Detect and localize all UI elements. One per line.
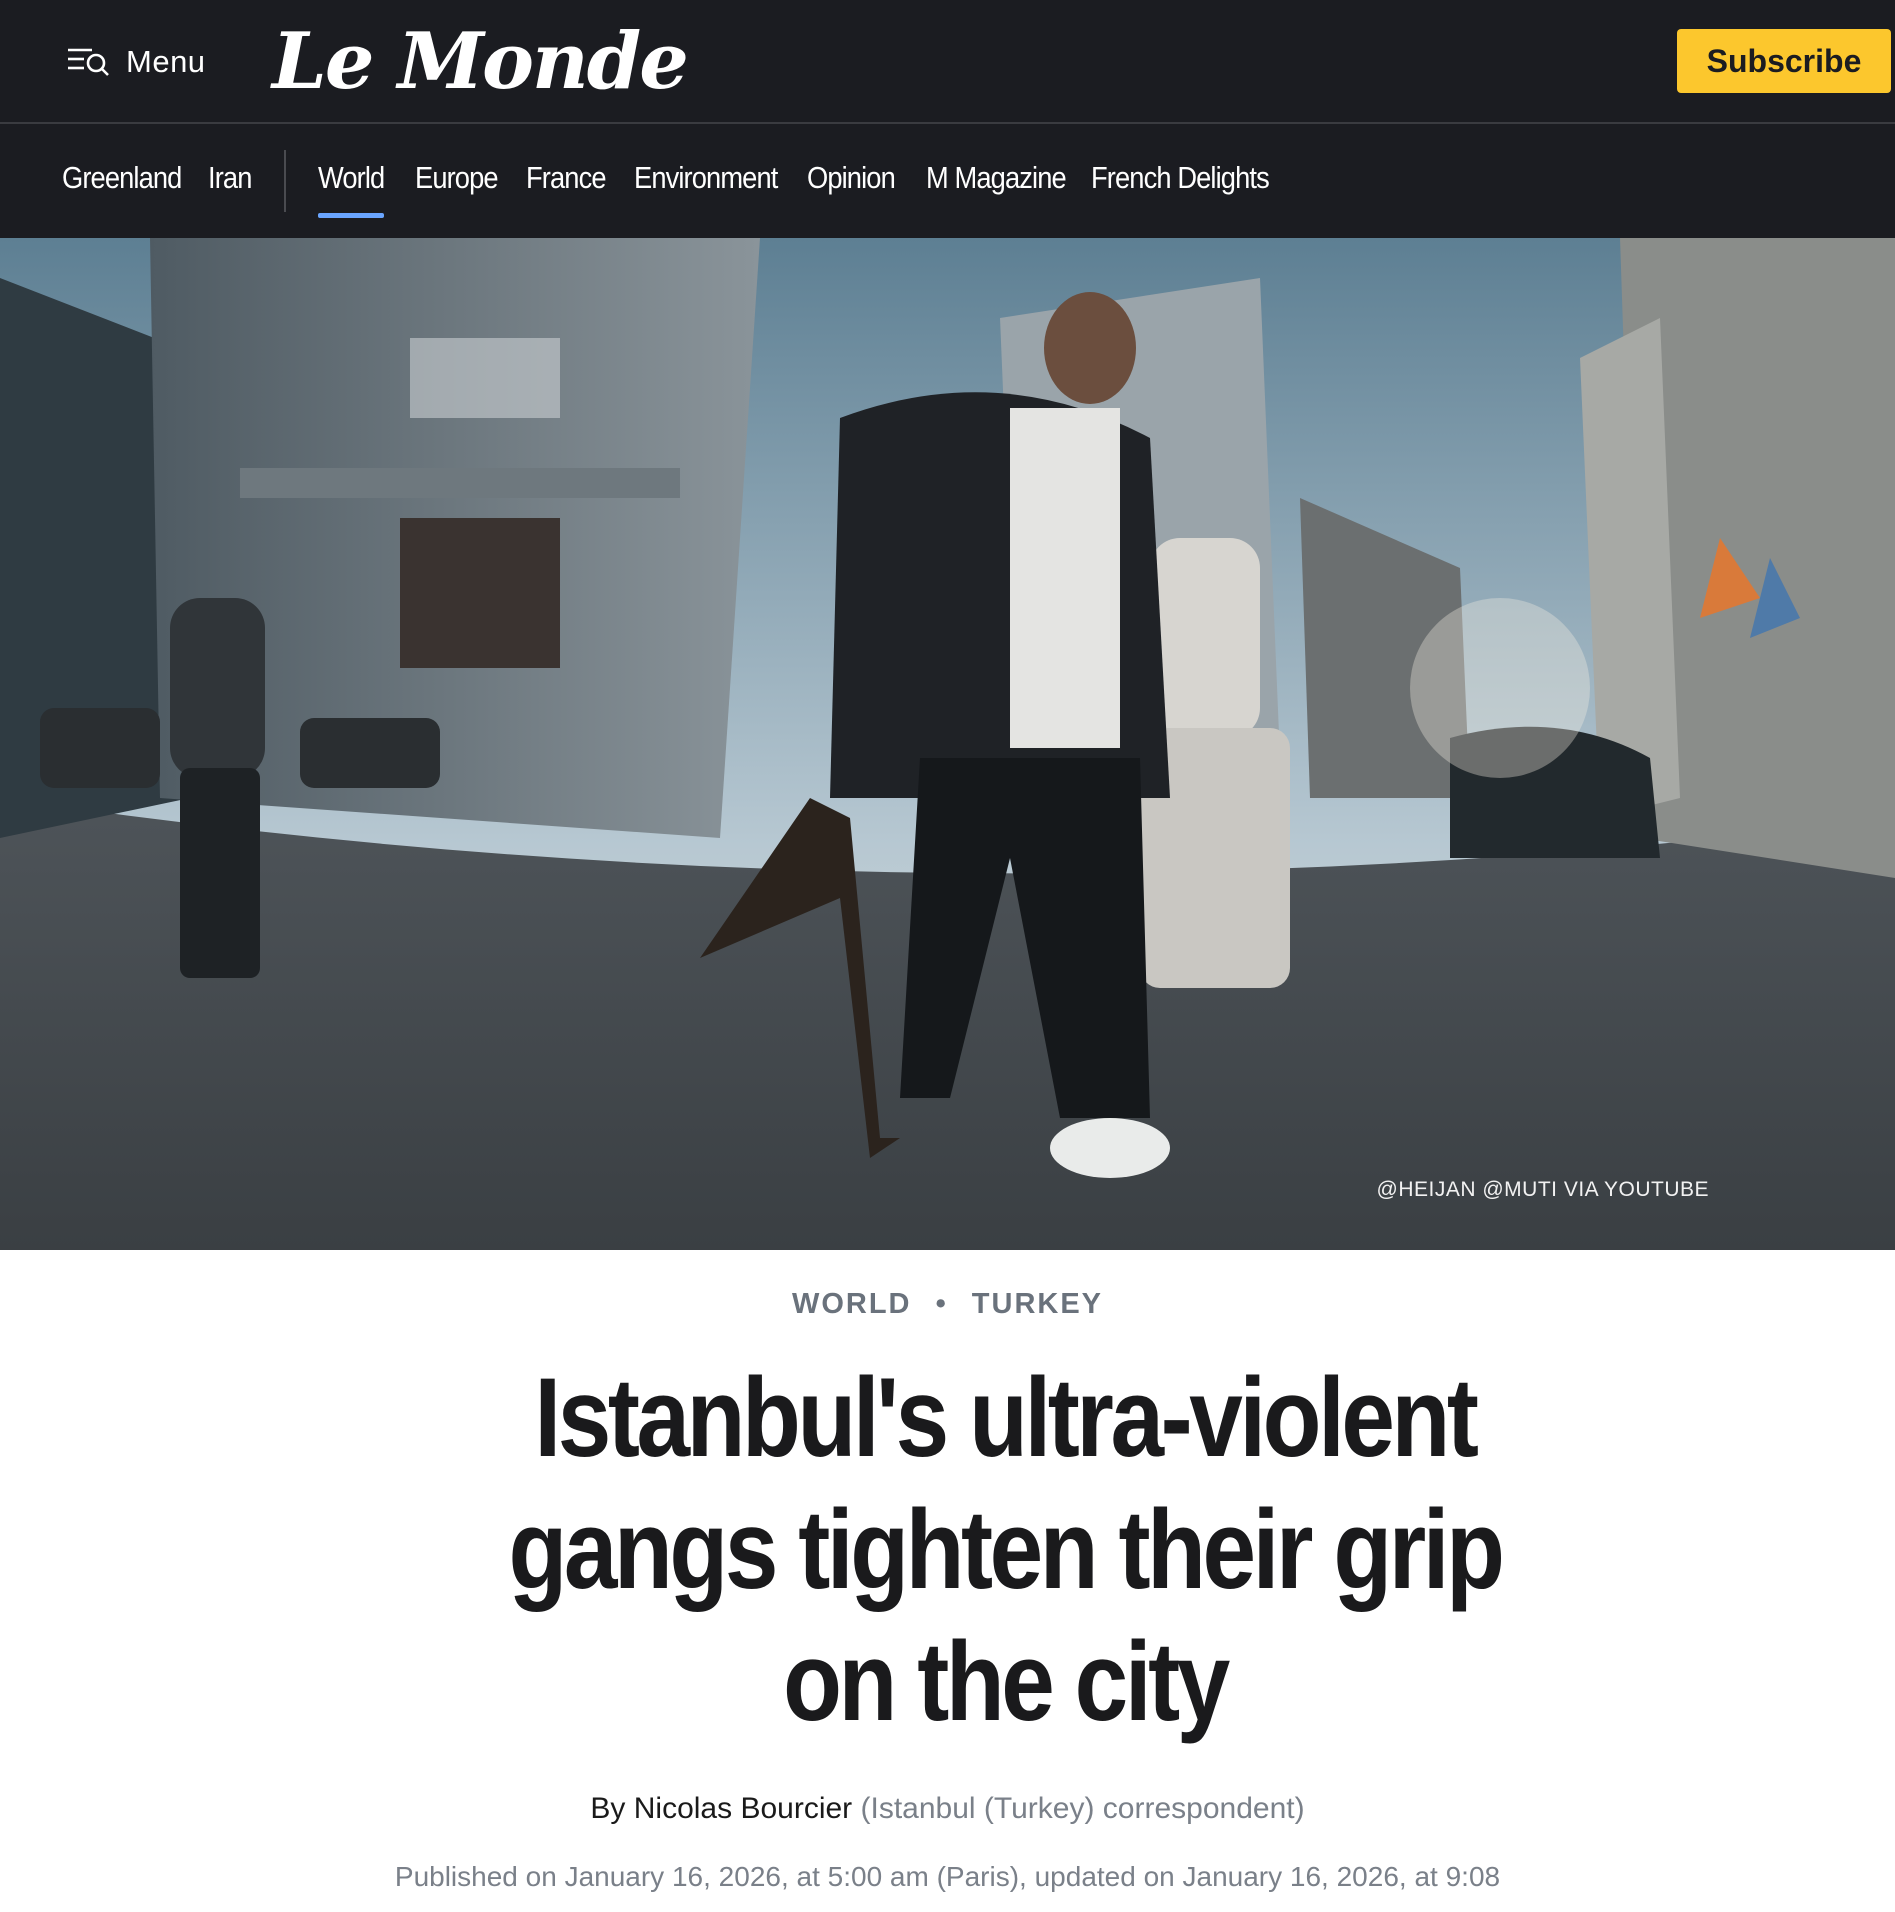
- article-kicker: WORLD • TURKEY: [0, 1288, 1895, 1321]
- menu-label: Menu: [126, 44, 206, 79]
- nav-item-greenland[interactable]: Greenland: [62, 160, 182, 196]
- menu-button[interactable]: Menu: [66, 40, 206, 84]
- nav-item-opinion[interactable]: Opinion: [807, 160, 896, 196]
- nav-active-indicator: [318, 213, 384, 218]
- nav-item-europe[interactable]: Europe: [415, 160, 499, 196]
- article-byline: By Nicolas Bourcier (Istanbul (Turkey) c…: [0, 1792, 1895, 1826]
- byline-role: (Istanbul (Turkey) correspondent): [860, 1792, 1305, 1825]
- nav-item-french-delights[interactable]: French Delights: [1091, 160, 1270, 196]
- photo-credit: @HEIJAN @MUTI VIA YOUTUBE: [1376, 1178, 1709, 1201]
- subscribe-button[interactable]: Subscribe: [1677, 29, 1891, 93]
- kicker-section[interactable]: WORLD: [792, 1288, 912, 1320]
- nav-item-france[interactable]: France: [526, 160, 607, 196]
- nav-item-environment[interactable]: Environment: [634, 160, 778, 196]
- section-nav: Greenland Iran World Europe France Envir…: [0, 124, 1895, 238]
- kicker-separator: •: [935, 1288, 948, 1320]
- nav-item-world[interactable]: World: [318, 160, 385, 196]
- article-headline: Istanbul's ultra-violent gangs tighten t…: [508, 1355, 1504, 1744]
- publication-date: Published on January 16, 2026, at 5:00 a…: [394, 1861, 1501, 1892]
- nav-item-m-magazine[interactable]: M Magazine: [926, 160, 1067, 196]
- nav-item-iran[interactable]: Iran: [208, 160, 252, 196]
- le-monde-logo[interactable]: Le Monde: [272, 14, 689, 110]
- menu-search-icon: [66, 42, 110, 83]
- top-bar: Menu Le Monde Subscribe: [0, 0, 1895, 124]
- byline-author[interactable]: By Nicolas Bourcier: [590, 1792, 852, 1825]
- hero-image: @HEIJAN @MUTI VIA YOUTUBE: [0, 238, 1895, 1250]
- nav-divider: [284, 150, 286, 212]
- kicker-topic[interactable]: TURKEY: [972, 1288, 1103, 1320]
